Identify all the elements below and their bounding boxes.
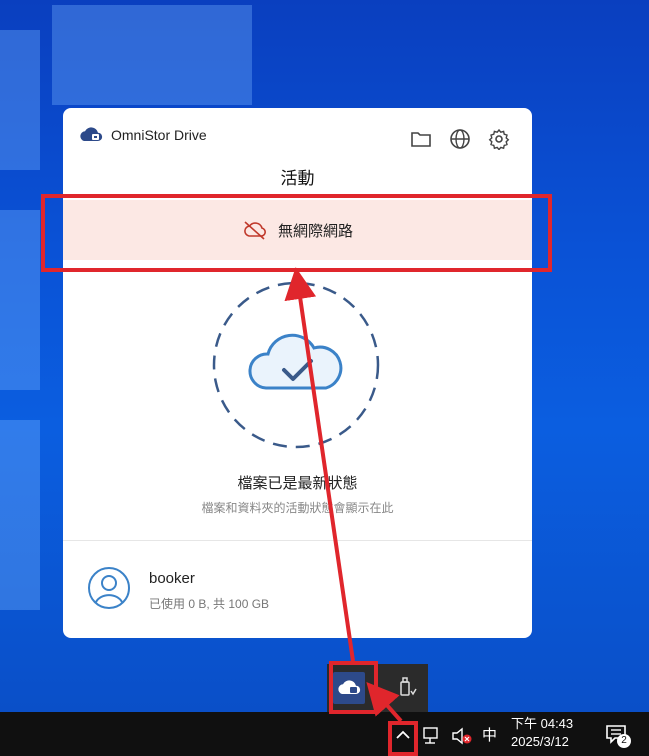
clock-time: 下午 04:43 <box>511 716 574 731</box>
cloud-check-icon <box>248 333 343 390</box>
taskbar-clock[interactable]: 下午 04:43 2025/3/12 <box>511 715 573 751</box>
user-avatar-icon <box>88 567 130 609</box>
omnistor-logo-icon <box>80 127 103 141</box>
user-name: booker <box>149 570 195 587</box>
app-name: OmniStor Drive <box>111 127 207 143</box>
status-title: 檔案已是最新狀態 <box>237 475 358 492</box>
app-brand: OmniStor Drive <box>79 126 207 144</box>
usb-eject-icon[interactable] <box>392 674 420 702</box>
taskbar: 中 下午 04:43 2025/3/12 2 <box>0 712 649 756</box>
wallpaper-pane <box>0 30 40 170</box>
annotation-highlight-tray-app <box>329 661 378 714</box>
omnistor-activity-panel: OmniStor Drive 活動 無網際網路 檔案已是最新狀態 檔案和資料夾的… <box>63 108 532 638</box>
notification-button[interactable]: 2 <box>605 724 633 750</box>
wallpaper-pane <box>0 420 40 610</box>
network-disconnected-icon[interactable] <box>422 726 444 746</box>
wallpaper-pane <box>0 210 40 390</box>
folder-icon[interactable] <box>410 128 432 150</box>
annotation-highlight-chevron <box>388 721 418 756</box>
volume-muted-icon[interactable] <box>450 726 474 746</box>
panel-title: 活動 <box>280 169 315 188</box>
annotation-highlight-banner <box>41 194 552 272</box>
notification-count-badge: 2 <box>617 734 631 748</box>
gear-icon[interactable] <box>488 128 510 150</box>
clock-date: 2025/3/12 <box>511 734 569 749</box>
status-subtitle: 檔案和資料夾的活動狀態會顯示在此 <box>201 501 394 515</box>
sync-status-illustration <box>212 281 380 449</box>
globe-icon[interactable] <box>449 128 471 150</box>
wallpaper-pane <box>52 5 252 105</box>
storage-usage: 已使用 0 B, 共 100 GB <box>149 597 270 611</box>
divider <box>63 540 532 541</box>
ime-indicator[interactable]: 中 <box>482 724 497 745</box>
